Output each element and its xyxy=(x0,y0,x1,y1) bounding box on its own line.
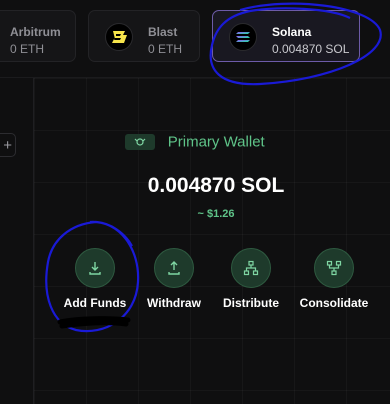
sidebar-divider xyxy=(33,78,34,404)
consolidate-icon[interactable] xyxy=(314,248,354,288)
chain-name: Blast xyxy=(148,25,178,39)
upload-icon[interactable] xyxy=(154,248,194,288)
background-grid xyxy=(34,78,390,404)
chain-name: Arbitrum xyxy=(10,25,61,39)
header-divider xyxy=(0,77,390,78)
blast-logo-icon xyxy=(105,23,133,51)
chain-name: Solana xyxy=(272,25,312,39)
chain-card-blast[interactable]: Blast 0 ETH xyxy=(88,10,200,62)
action-label: Add Funds xyxy=(63,296,127,310)
wallet-title: Primary Wallet xyxy=(167,133,265,151)
wallet-icon xyxy=(125,133,156,150)
download-icon[interactable] xyxy=(75,248,115,288)
distribute-icon[interactable] xyxy=(231,248,271,288)
chain-card-solana[interactable]: Solana 0.004870 SOL xyxy=(212,10,360,62)
chain-balance: 0.004870 SOL xyxy=(272,42,350,56)
wallet-usd-value: ~ $1.26 xyxy=(197,208,235,220)
wallet-balance: 0.004870 SOL xyxy=(147,174,285,197)
solana-logo-icon xyxy=(229,23,257,51)
chain-card-arbitrum[interactable]: Arbitrum 0 ETH xyxy=(0,10,76,62)
chain-balance: 0 ETH xyxy=(148,42,183,56)
action-label: Distribute xyxy=(222,296,279,310)
wallet-header: Primary Wallet xyxy=(0,133,390,151)
chain-balance: 0 ETH xyxy=(10,42,45,56)
action-label: Consolidate xyxy=(299,296,369,310)
add-funds-button[interactable]: Add Funds xyxy=(50,248,140,310)
distribute-button[interactable]: Distribute xyxy=(206,248,296,310)
consolidate-button[interactable]: Consolidate xyxy=(289,248,379,310)
